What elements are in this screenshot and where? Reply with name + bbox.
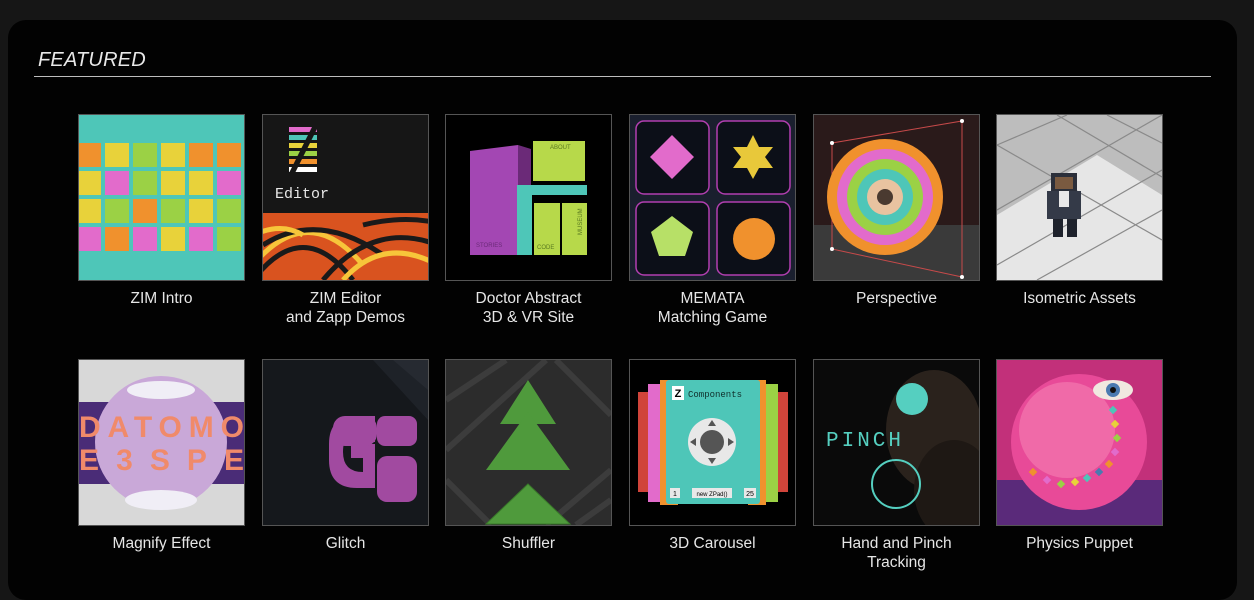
- hand-pinch-image: PINCH: [814, 360, 979, 525]
- pinch-text: PINCH: [826, 430, 904, 453]
- carousel-small-left: 1: [673, 491, 677, 498]
- card-shuffler[interactable]: Shuffler: [445, 359, 612, 553]
- zim-editor-image: Editor: [263, 115, 428, 280]
- carousel-card-title: Components: [688, 390, 742, 400]
- zim-intro-tile: [189, 143, 213, 167]
- doctor-label-stories: STORIES: [476, 243, 502, 249]
- card-title[interactable]: MEMATA Matching Game: [629, 289, 796, 327]
- zim-intro-image: [79, 115, 244, 280]
- perspective-image: [814, 115, 979, 280]
- editor-thumb-text: Editor: [275, 186, 329, 203]
- shuffler-thumbnail[interactable]: [445, 359, 612, 526]
- zim-intro-tile: [105, 143, 129, 167]
- physics-puppet-thumbnail[interactable]: [996, 359, 1163, 526]
- card-3d-carousel[interactable]: Z Components 1 new ZPad() 25 3D Carousel: [629, 359, 796, 553]
- glitch-thumbnail[interactable]: [262, 359, 429, 526]
- zim-intro-tile: [105, 199, 129, 223]
- zim-intro-tile: [217, 143, 241, 167]
- zim-intro-tile: [79, 143, 101, 167]
- perspective-thumbnail[interactable]: [813, 114, 980, 281]
- zim-intro-tile: [189, 171, 213, 195]
- card-memata[interactable]: MEMATA Matching Game: [629, 114, 796, 327]
- section-divider: [34, 76, 1211, 77]
- glitch-image: [263, 360, 428, 525]
- zim-intro-tile: [189, 199, 213, 223]
- card-zim-editor[interactable]: Editor ZIM Editor and Zapp Demos: [262, 114, 429, 327]
- isometric-thumbnail[interactable]: [996, 114, 1163, 281]
- zim-intro-tile: [217, 199, 241, 223]
- card-hand-pinch[interactable]: PINCH Hand and Pinch Tracking: [813, 359, 980, 572]
- card-title[interactable]: Doctor Abstract 3D & VR Site: [445, 289, 612, 327]
- doctor-abstract-thumbnail[interactable]: ABOUT STORIES CODE MUSEUM: [445, 114, 612, 281]
- physics-puppet-image: [997, 360, 1162, 525]
- card-title[interactable]: ZIM Editor and Zapp Demos: [262, 289, 429, 327]
- zim-intro-tile: [217, 227, 241, 251]
- card-isometric-assets[interactable]: Isometric Assets: [996, 114, 1163, 308]
- zim-intro-tile: [79, 199, 101, 223]
- card-title[interactable]: Perspective: [813, 289, 980, 308]
- zim-intro-tile: [79, 227, 101, 251]
- zim-intro-tile: [189, 227, 213, 251]
- featured-panel: FEATURED ZIM Intro Editor ZIM Editor and…: [8, 20, 1237, 600]
- carousel-small-mid: new ZPad(): [696, 492, 727, 498]
- zim-intro-thumbnail[interactable]: [78, 114, 245, 281]
- carousel-small-right: 25: [746, 491, 754, 498]
- doctor-label-code: CODE: [537, 245, 554, 251]
- zim-intro-tile: [133, 143, 157, 167]
- magnify-image: DATOMO E3SPE: [79, 360, 244, 525]
- zim-intro-tile: [105, 171, 129, 195]
- section-title: FEATURED: [38, 49, 146, 71]
- shuffler-image: [446, 360, 611, 525]
- card-doctor-abstract[interactable]: ABOUT STORIES CODE MUSEUM Doctor Abstrac…: [445, 114, 612, 327]
- card-title[interactable]: 3D Carousel: [629, 534, 796, 553]
- hand-pinch-thumbnail[interactable]: PINCH: [813, 359, 980, 526]
- card-title[interactable]: Physics Puppet: [996, 534, 1163, 553]
- card-title[interactable]: Hand and Pinch Tracking: [813, 534, 980, 572]
- zim-intro-tile: [133, 171, 157, 195]
- zim-intro-tile: [161, 143, 185, 167]
- zim-intro-tile: [161, 171, 185, 195]
- memata-thumbnail[interactable]: [629, 114, 796, 281]
- card-zim-intro[interactable]: ZIM Intro: [78, 114, 245, 308]
- card-physics-puppet[interactable]: Physics Puppet: [996, 359, 1163, 553]
- zim-intro-tile: [105, 227, 129, 251]
- card-perspective[interactable]: Perspective: [813, 114, 980, 308]
- carousel-thumbnail[interactable]: Z Components 1 new ZPad() 25: [629, 359, 796, 526]
- card-title[interactable]: Isometric Assets: [996, 289, 1163, 308]
- zim-intro-tile: [133, 227, 157, 251]
- zim-editor-thumbnail[interactable]: Editor: [262, 114, 429, 281]
- isometric-image: [997, 115, 1162, 280]
- doctor-label-museum: MUSEUM: [578, 208, 584, 235]
- memata-image: [630, 115, 795, 280]
- svg-text:Z: Z: [675, 388, 682, 400]
- card-title[interactable]: Magnify Effect: [78, 534, 245, 553]
- zim-intro-tile: [133, 199, 157, 223]
- card-title[interactable]: Shuffler: [445, 534, 612, 553]
- zim-intro-tile: [217, 171, 241, 195]
- doctor-abstract-image: ABOUT STORIES CODE MUSEUM: [446, 115, 611, 280]
- card-title[interactable]: Glitch: [262, 534, 429, 553]
- zim-intro-tile: [161, 199, 185, 223]
- card-magnify-effect[interactable]: DATOMO E3SPE Magnify Effect: [78, 359, 245, 553]
- carousel-image: Z Components 1 new ZPad() 25: [630, 360, 795, 525]
- magnify-thumbnail[interactable]: DATOMO E3SPE: [78, 359, 245, 526]
- card-title[interactable]: ZIM Intro: [78, 289, 245, 308]
- zim-intro-tile: [79, 171, 101, 195]
- zim-intro-tile: [161, 227, 185, 251]
- card-glitch[interactable]: Glitch: [262, 359, 429, 553]
- doctor-label-about: ABOUT: [550, 145, 571, 151]
